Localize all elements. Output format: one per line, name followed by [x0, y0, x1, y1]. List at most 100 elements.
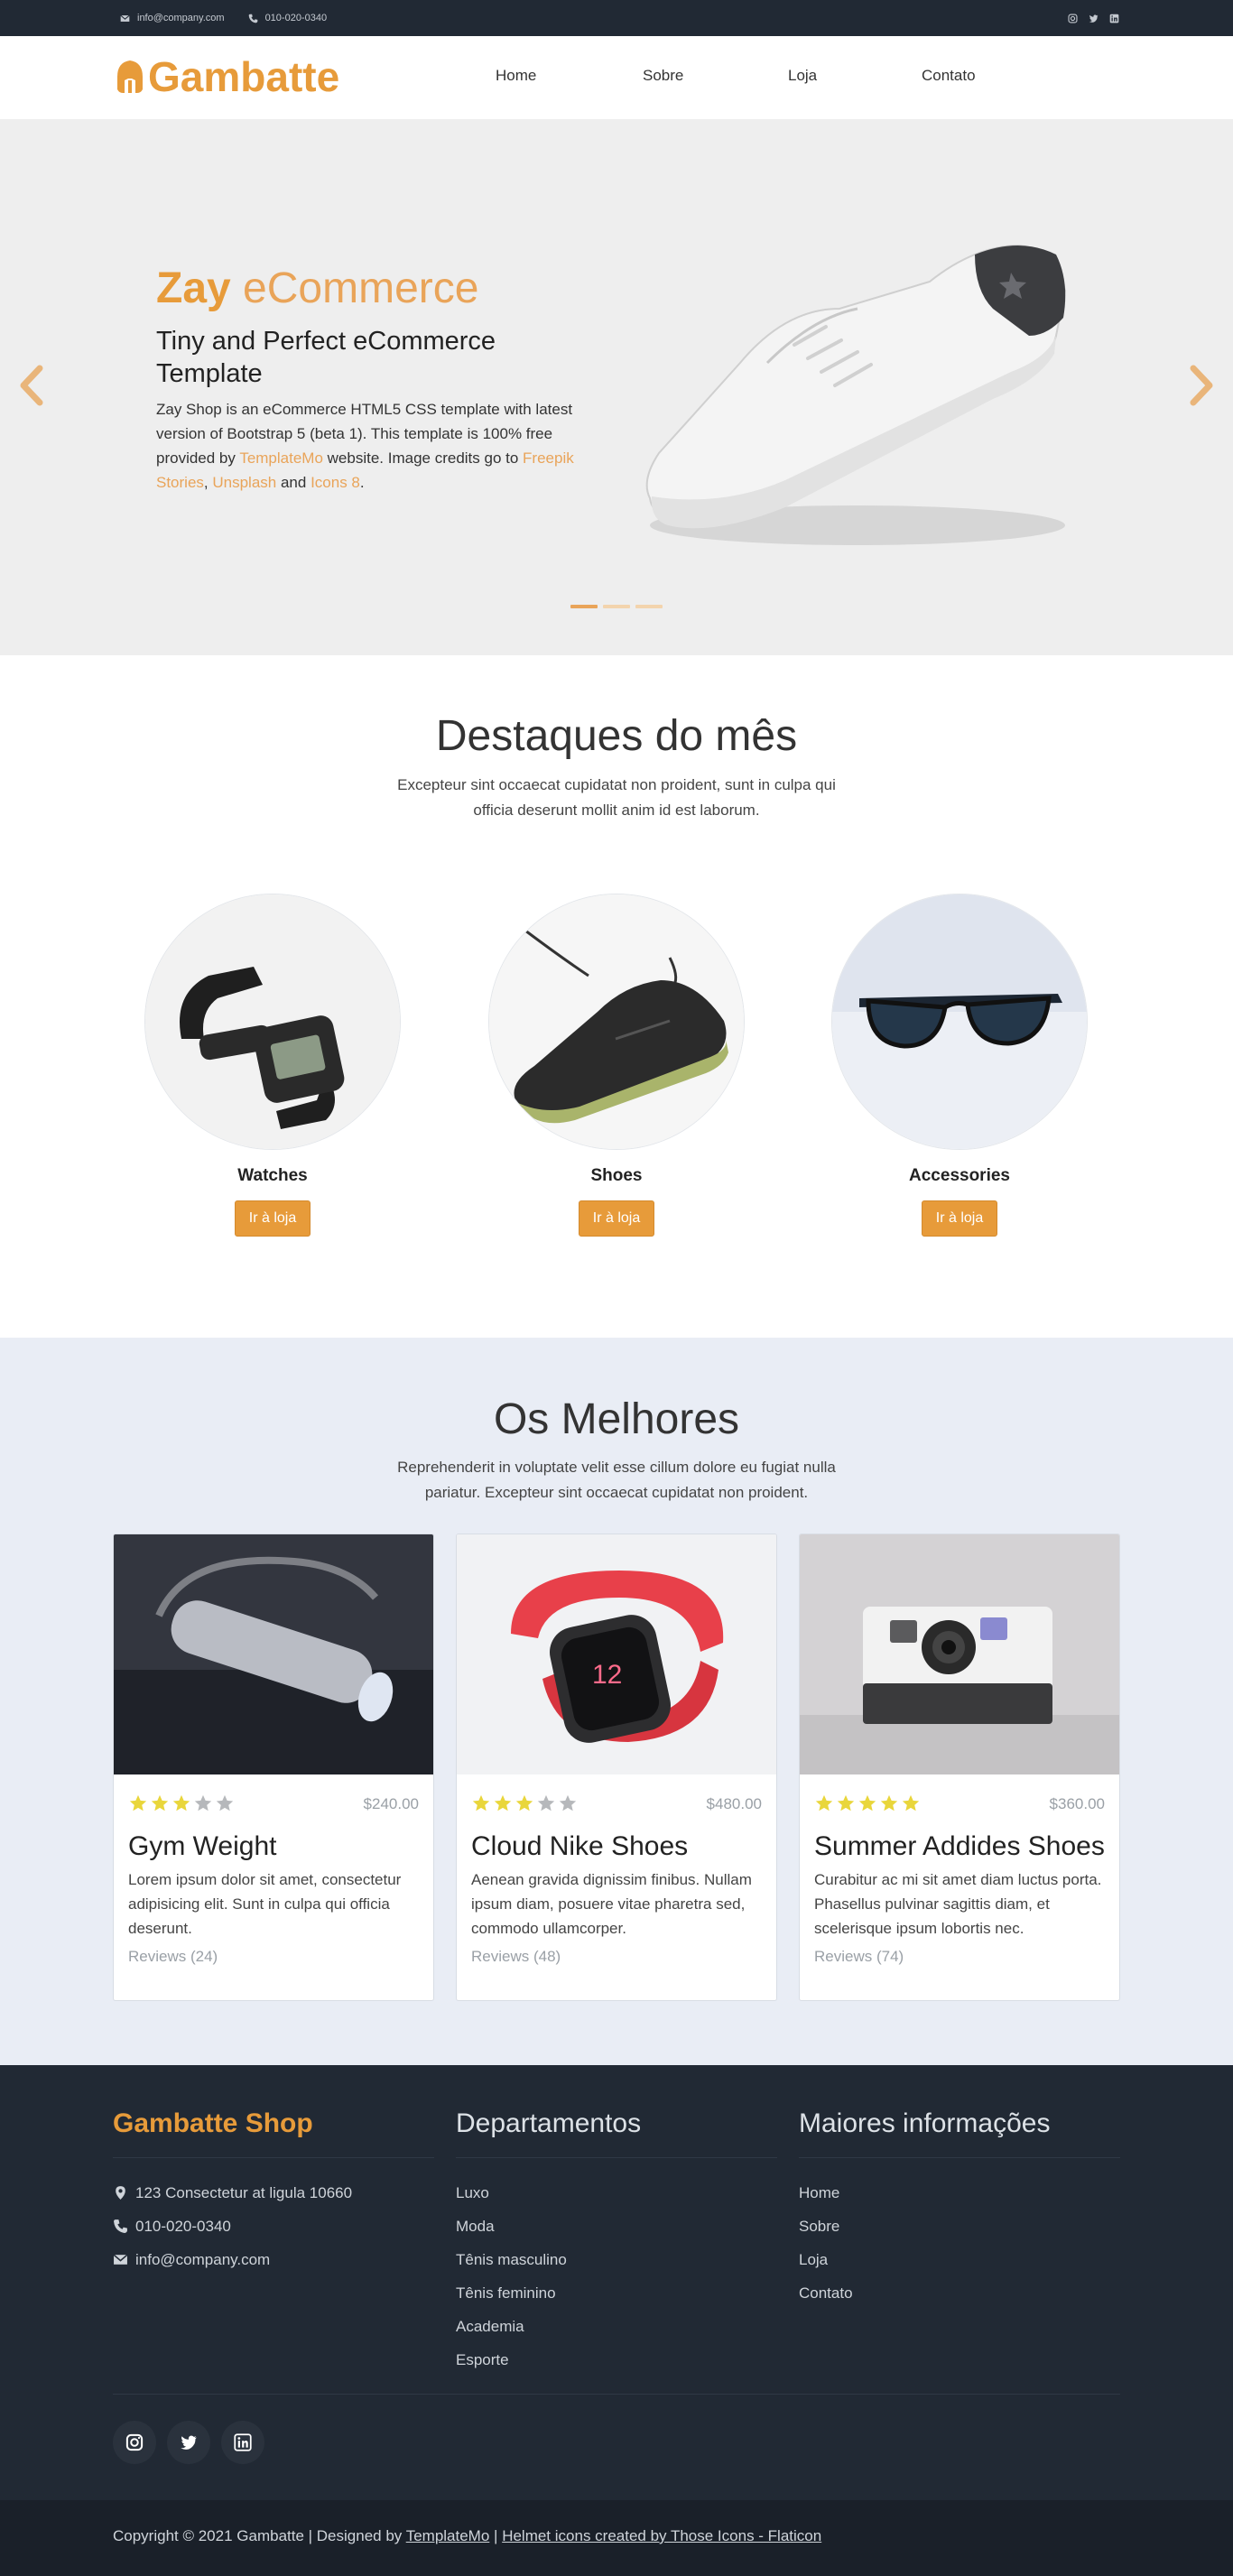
footer-twitter-button[interactable] [167, 2421, 210, 2464]
copyright-bar: Copyright © 2021 Gambatte | Designed by … [0, 2500, 1233, 2576]
category-accessories: Accessories Ir à loja [831, 894, 1088, 1237]
nav-menu: Home Sobre Loja Contato [0, 36, 1233, 119]
footer-info-column: Maiores informações Home Sobre Loja Cont… [799, 2108, 1120, 2310]
footer-phone: 010-020-0340 [113, 2210, 434, 2243]
category-watches: Watches Ir à loja [144, 894, 401, 1237]
copyright-text: Copyright © 2021 Gambatte | Designed by … [113, 2527, 821, 2545]
shoe-image [489, 894, 744, 1149]
linkedin-icon [234, 2433, 252, 2451]
star-icon [129, 1794, 147, 1812]
hero-description: Zay Shop is an eCommerce HTML5 CSS templ… [156, 397, 598, 495]
product-price: $240.00 [363, 1795, 419, 1812]
hero-title-bold: Zay [156, 264, 231, 312]
footer-department-link[interactable]: Luxo [456, 2176, 489, 2210]
footer-info-link[interactable]: Home [799, 2176, 839, 2210]
product-card: $360.00 Summer Addides Shoes Curabitur a… [799, 1534, 1120, 2001]
product-name[interactable]: Gym Weight [128, 1831, 419, 1862]
hero-subtitle: Tiny and Perfect eCommerce Template [156, 327, 496, 388]
topbar-phone-link[interactable]: 010-020-0340 [265, 13, 328, 23]
footer-email-link[interactable]: info@company.com [135, 2243, 270, 2276]
category-image[interactable] [488, 894, 745, 1150]
product-card: $240.00 Gym Weight Lorem ipsum dolor sit… [113, 1534, 434, 2001]
instagram-icon[interactable] [1068, 13, 1078, 23]
product-meta: $240.00 [114, 1793, 433, 1826]
star-icon [494, 1794, 512, 1812]
copyright-separator: | [489, 2527, 503, 2544]
star-icon [472, 1794, 490, 1812]
product-meta: $360.00 [800, 1793, 1119, 1826]
footer-department-link[interactable]: Academia [456, 2310, 524, 2343]
product-image[interactable] [114, 1534, 434, 1774]
product-meta: $480.00 [457, 1793, 776, 1826]
carousel-indicator-3[interactable] [635, 605, 663, 608]
nav-item-contato[interactable]: Contato [922, 67, 976, 85]
star-icon [837, 1794, 855, 1812]
topbar-social [1068, 0, 1119, 36]
footer-shop-title: Gambatte Shop [113, 2108, 434, 2158]
go-to-shop-button[interactable]: Ir à loja [579, 1200, 654, 1237]
category-image[interactable] [144, 894, 401, 1150]
star-icon [880, 1794, 898, 1812]
footer-phone-link[interactable]: 010-020-0340 [135, 2210, 231, 2243]
nav-item-loja[interactable]: Loja [788, 67, 817, 85]
envelope-icon [120, 14, 130, 22]
footer-departments-title: Departamentos [456, 2108, 777, 2158]
footer-department-link[interactable]: Tênis masculino [456, 2243, 567, 2276]
product-name[interactable]: Cloud Nike Shoes [471, 1831, 762, 1862]
product-image[interactable]: 12 [457, 1534, 777, 1774]
category-shoes: Shoes Ir à loja [488, 894, 745, 1237]
linkedin-icon[interactable] [1109, 14, 1119, 23]
product-reviews: Reviews (48) [471, 1948, 561, 1965]
icons8-link[interactable]: Icons 8 [311, 474, 360, 491]
footer-department-link[interactable]: Moda [456, 2210, 495, 2243]
star-icon [559, 1794, 577, 1812]
hero-shoe-image [645, 244, 1067, 545]
footer-info-link[interactable]: Loja [799, 2243, 828, 2276]
rating-stars [128, 1793, 235, 1813]
star-icon [902, 1794, 920, 1812]
envelope-icon [113, 2254, 128, 2265]
carousel-prev-icon[interactable] [13, 363, 49, 408]
star-icon [216, 1794, 234, 1812]
nav-item-sobre[interactable]: Sobre [643, 67, 683, 85]
footer-department-link[interactable]: Tênis feminino [456, 2276, 556, 2310]
hero-text: and [276, 474, 311, 491]
product-name[interactable]: Summer Addides Shoes [814, 1831, 1105, 1862]
footer-department-link[interactable]: Esporte [456, 2343, 509, 2377]
flaticon-credit-link[interactable]: Helmet icons created by Those Icons - Fl… [502, 2527, 821, 2544]
go-to-shop-button[interactable]: Ir à loja [235, 1200, 311, 1237]
main-navbar: Gambatte Home Sobre Loja Contato [0, 36, 1233, 119]
carousel-next-icon[interactable] [1184, 363, 1220, 408]
hero-text: , [203, 474, 213, 491]
topbar-email-link[interactable]: info@company.com [137, 13, 225, 23]
nav-item-home[interactable]: Home [496, 67, 536, 85]
carousel-indicators [570, 605, 663, 608]
footer-email: info@company.com [113, 2243, 434, 2276]
go-to-shop-button[interactable]: Ir à loja [922, 1200, 997, 1237]
category-image[interactable] [831, 894, 1088, 1150]
footer-linkedin-button[interactable] [221, 2421, 264, 2464]
product-image[interactable] [800, 1534, 1120, 1774]
star-icon [194, 1794, 212, 1812]
footer-address-text: 123 Consectetur at ligula 10660 [135, 2184, 353, 2201]
phone-icon [248, 14, 257, 23]
templatemo-credit-link[interactable]: TemplateMo [406, 2527, 490, 2544]
star-icon [815, 1794, 833, 1812]
templatemo-link[interactable]: TemplateMo [239, 449, 323, 467]
carousel-indicator-1[interactable] [570, 605, 598, 608]
star-icon [515, 1794, 533, 1812]
footer-info-link[interactable]: Contato [799, 2276, 853, 2310]
twitter-icon[interactable] [1089, 14, 1099, 23]
footer-info-link[interactable]: Sobre [799, 2210, 839, 2243]
carousel-indicator-2[interactable] [603, 605, 630, 608]
footer-divider [113, 2394, 1120, 2395]
copyright-prefix: Copyright © 2021 Gambatte | Designed by [113, 2527, 406, 2544]
product-description: Lorem ipsum dolor sit amet, consectetur … [128, 1871, 402, 1937]
hero-carousel: Zay eCommerce Tiny and Perfect eCommerce… [0, 119, 1233, 655]
hero-title-rest: eCommerce [230, 264, 479, 312]
phone-icon [114, 2219, 127, 2233]
rating-stars [814, 1793, 921, 1813]
footer-instagram-button[interactable] [113, 2421, 156, 2464]
unsplash-link[interactable]: Unsplash [212, 474, 276, 491]
star-icon [858, 1794, 876, 1812]
